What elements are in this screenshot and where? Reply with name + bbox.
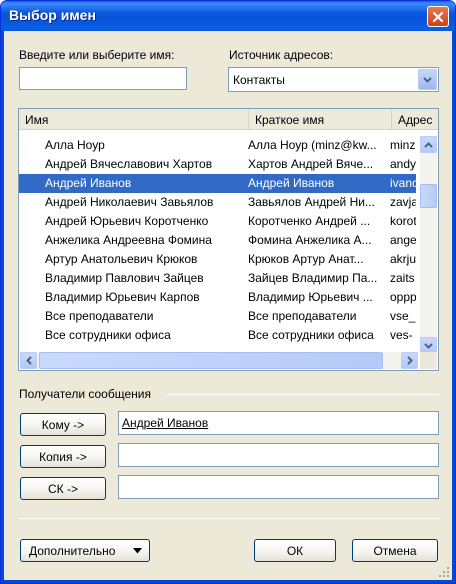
horizontal-scroll-thumb[interactable] [39, 352, 383, 369]
to-field[interactable]: Андрей Иванов [118, 411, 439, 435]
to-button-label: Кому -> [41, 417, 85, 432]
row-short-name: Хартов Андрей Вяче... [248, 157, 374, 171]
row-name: Андрей Николаевич Завьялов [45, 195, 214, 209]
row-short-name: Все сотрудники офиса [248, 328, 374, 342]
row-name: Алла Ноур [45, 138, 105, 152]
bcc-field[interactable] [118, 475, 439, 499]
list-item[interactable]: Артур Анатольевич Крюков Крюков Артур Ан… [19, 250, 416, 269]
resize-grip-icon[interactable] [438, 566, 450, 578]
list-item[interactable]: Алла Ноур Алла Ноур (minz@kw... minz [19, 136, 416, 155]
cc-button[interactable]: Копия -> [20, 445, 106, 468]
ok-button[interactable]: ОК [254, 539, 336, 562]
row-address: oppp [390, 290, 416, 304]
row-short-name: Владимир Юрьевич ... [248, 290, 373, 304]
row-short-name: Зайцев Владимир Па... [248, 271, 378, 285]
row-name: Все сотрудники офиса [45, 328, 171, 342]
close-button[interactable] [427, 6, 449, 27]
list-header: Имя Краткое имя Адрес [19, 109, 438, 130]
combo-dropdown-button[interactable] [418, 69, 437, 90]
column-header-address[interactable]: Адрес [392, 109, 438, 129]
row-short-name: Все преподаватели [248, 309, 357, 323]
cancel-button-label: Отмена [373, 543, 417, 558]
row-address: zaits [390, 271, 415, 285]
dropdown-arrow-icon [133, 548, 142, 554]
to-button[interactable]: Кому -> [20, 413, 106, 436]
vertical-scroll-thumb[interactable] [420, 184, 437, 208]
row-address: zavja [390, 195, 416, 209]
row-short-name: Андрей Иванов [248, 176, 335, 190]
window-frame-bottom [1, 580, 455, 583]
scroll-right-button[interactable] [401, 352, 418, 369]
contacts-list[interactable]: Имя Краткое имя Адрес Алла Ноур Алла Ноу… [18, 108, 439, 371]
cancel-button[interactable]: Отмена [352, 539, 438, 562]
row-name: Андрей Юрьевич Коротченко [45, 214, 209, 228]
chevron-up-icon [424, 141, 433, 148]
select-names-dialog: Выбор имен Введите или выберите имя: Ист… [0, 0, 456, 584]
close-icon [432, 11, 444, 22]
address-source-value: Контакты [233, 73, 285, 87]
row-name: Владимир Павлович Зайцев [45, 271, 204, 285]
to-recipient[interactable]: Андрей Иванов [122, 416, 208, 430]
row-short-name: Коротченко Андрей ... [248, 214, 371, 228]
bottom-divider [19, 518, 439, 519]
list-item-selected[interactable]: Андрей Иванов Андрей Иванов ivanс [19, 174, 416, 193]
list-item[interactable]: Владимир Юрьевич Карпов Владимир Юрьевич… [19, 288, 416, 307]
bcc-button-label: СК -> [48, 481, 78, 496]
row-name: Андрей Вячеславович Хартов [45, 157, 213, 171]
row-address: korot [390, 214, 416, 228]
address-source-select[interactable]: Контакты [228, 67, 439, 92]
list-item[interactable]: Андрей Вячеславович Хартов Хартов Андрей… [19, 155, 416, 174]
row-short-name: Фомина Анжелика А... [248, 233, 372, 247]
row-short-name: Крюков Артур Анат... [248, 252, 364, 266]
chevron-down-icon [424, 342, 433, 349]
row-name: Анжелика Андреевна Фомина [45, 233, 212, 247]
row-address: ves- [390, 328, 413, 342]
bcc-button[interactable]: СК -> [20, 477, 106, 500]
row-address: andy [390, 157, 416, 171]
scroll-up-button[interactable] [420, 136, 437, 153]
row-short-name: Алла Ноур (minz@kw... [248, 138, 377, 152]
window-frame-right [452, 31, 455, 583]
scroll-left-button[interactable] [20, 352, 37, 369]
row-address: vse_ [390, 309, 416, 323]
row-address: ange [390, 233, 416, 247]
row-address: minz [390, 138, 416, 152]
column-header-name[interactable]: Имя [19, 109, 249, 129]
row-short-name: Завьялов Андрей Ни... [248, 195, 375, 209]
row-name: Все преподаватели [45, 309, 154, 323]
horizontal-scrollbar[interactable] [20, 352, 418, 369]
window-frame-left [1, 31, 4, 583]
chevron-down-icon [423, 76, 432, 83]
row-name: Артур Анатольевич Крюков [45, 252, 198, 266]
window-title: Выбор имен [9, 7, 96, 23]
chevron-right-icon [406, 356, 413, 365]
column-header-short-name[interactable]: Краткое имя [249, 109, 392, 129]
more-button[interactable]: Дополнительно [20, 539, 150, 562]
list-item[interactable]: Анжелика Андреевна Фомина Фомина Анжелик… [19, 231, 416, 250]
list-item[interactable]: Андрей Юрьевич Коротченко Коротченко Анд… [19, 212, 416, 231]
search-label: Введите или выберите имя: [19, 48, 175, 62]
list-item[interactable]: Все преподаватели Все преподаватели vse_ [19, 307, 416, 326]
cc-button-label: Копия -> [39, 449, 87, 464]
list-rows: Алла Ноур Алла Ноур (minz@kw... minz Анд… [19, 136, 416, 354]
list-item[interactable]: Все сотрудники офиса Все сотрудники офис… [19, 326, 416, 345]
row-address: akrju [390, 252, 416, 266]
chevron-left-icon [25, 356, 32, 365]
ok-button-label: ОК [286, 543, 304, 558]
row-name: Андрей Иванов [45, 176, 132, 190]
search-input[interactable] [19, 67, 187, 90]
row-address: ivanс [390, 176, 416, 190]
row-name: Владимир Юрьевич Карпов [45, 290, 200, 304]
title-bar[interactable]: Выбор имен [1, 1, 455, 31]
group-divider [166, 394, 439, 395]
cc-field[interactable] [118, 443, 439, 467]
vertical-scrollbar[interactable] [420, 136, 437, 354]
more-button-label: Дополнительно [29, 543, 116, 558]
scroll-corner [420, 352, 437, 369]
address-source-label: Источник адресов: [229, 48, 334, 62]
list-item[interactable]: Владимир Павлович Зайцев Зайцев Владимир… [19, 269, 416, 288]
recipients-group-label: Получатели сообщения [19, 387, 151, 401]
list-item[interactable]: Андрей Николаевич Завьялов Завьялов Андр… [19, 193, 416, 212]
